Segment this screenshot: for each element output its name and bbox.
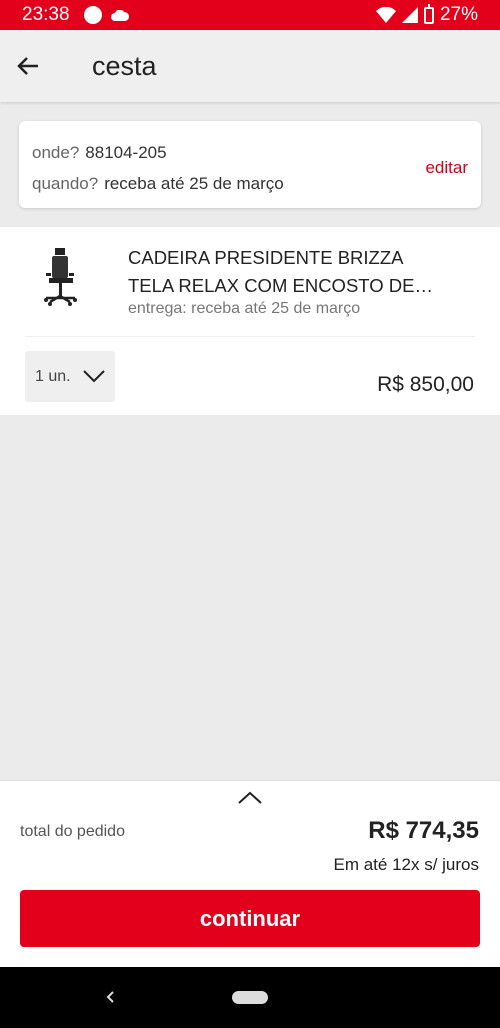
total-value: R$ 774,35 — [368, 817, 479, 844]
arrow-left-icon — [17, 57, 38, 75]
item-price: R$ 850,00 — [377, 373, 474, 396]
where-value: 88104-205 — [85, 143, 167, 162]
continue-button[interactable]: continuar — [20, 890, 480, 947]
nav-home-pill[interactable] — [232, 991, 268, 1004]
chevron-down-icon — [82, 370, 105, 383]
wifi-icon — [375, 7, 396, 23]
edit-delivery-link[interactable]: editar — [425, 158, 468, 178]
battery-percent: 27% — [439, 4, 478, 25]
delivery-where-row: onde? 88104-205 — [32, 143, 481, 174]
product-name-line1: CADEIRA PRESIDENTE BRIZZA — [128, 247, 404, 268]
delivery-when-row: quando? receba até 25 de março — [32, 174, 481, 205]
quantity-select[interactable]: 1 un. — [25, 351, 115, 402]
circle-icon — [83, 6, 102, 24]
total-label: total do pedido — [20, 823, 125, 840]
product-name-line2: TELA RELAX COM ENCOSTO DE… — [128, 275, 433, 296]
signal-icon — [401, 7, 418, 23]
back-button[interactable] — [0, 30, 56, 102]
quantity-value: 1 un. — [35, 367, 71, 385]
chevron-up-icon[interactable] — [236, 789, 264, 807]
delivery-card: onde? 88104-205 quando? receba até 25 de… — [19, 121, 481, 208]
system-nav-bar — [0, 967, 500, 1028]
battery-icon — [423, 3, 434, 24]
installments-text: Em até 12x s/ juros — [333, 855, 479, 874]
where-label: onde? — [32, 143, 80, 162]
cloud-icon — [110, 9, 129, 21]
page-title: cesta — [92, 50, 157, 81]
when-value: receba até 25 de março — [104, 174, 284, 193]
app-bar: cesta — [0, 30, 500, 102]
divider — [25, 336, 475, 337]
order-summary-footer: total do pedido R$ 774,35 Em até 12x s/ … — [0, 780, 500, 967]
product-name[interactable]: CADEIRA PRESIDENTE BRIZZA TELA RELAX COM… — [128, 244, 468, 300]
nav-back-icon[interactable] — [103, 987, 119, 1007]
cart-item: CADEIRA PRESIDENTE BRIZZA TELA RELAX COM… — [0, 227, 500, 415]
status-time: 23:38 — [22, 4, 70, 25]
status-right: 27% — [375, 3, 478, 26]
product-image[interactable] — [38, 245, 94, 309]
when-label: quando? — [32, 174, 99, 193]
status-bar: 23:38 27% — [0, 0, 500, 30]
item-delivery-note: entrega: receba até 25 de março — [128, 300, 361, 317]
